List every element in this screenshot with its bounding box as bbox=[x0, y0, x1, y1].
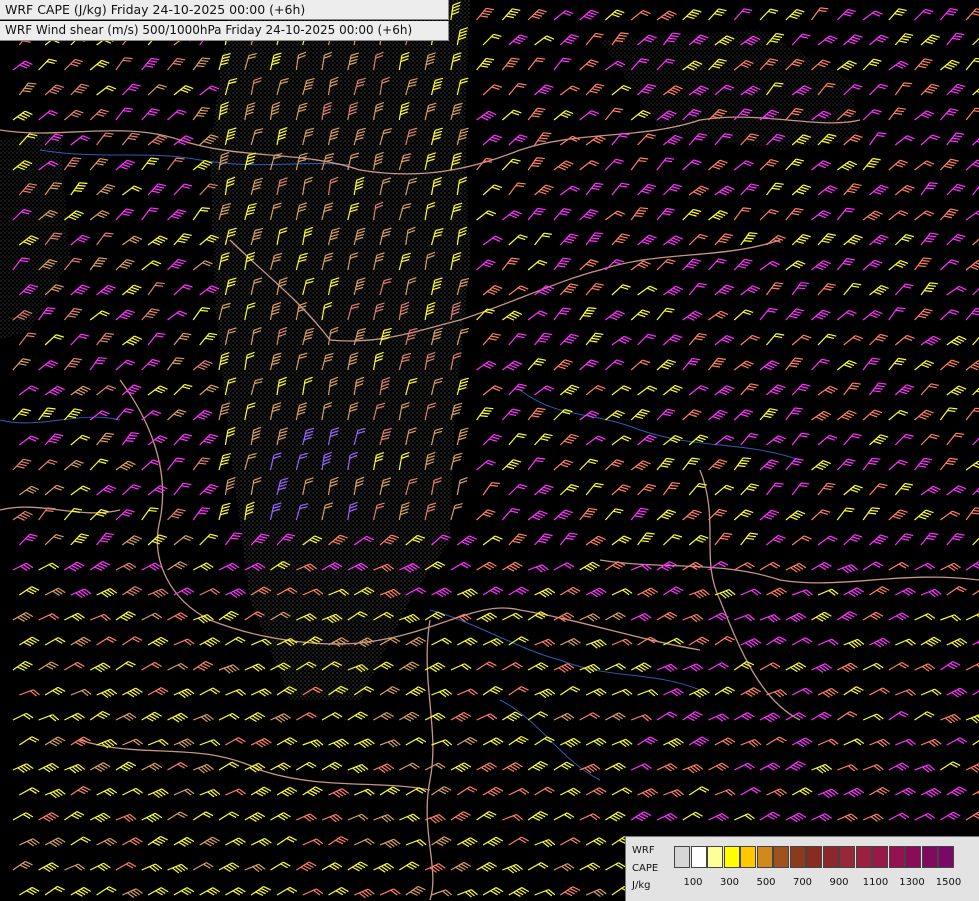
legend-swatch bbox=[938, 846, 954, 868]
legend-swatch bbox=[872, 846, 888, 868]
legend-variable-label: CAPE bbox=[632, 863, 659, 874]
legend-tick-label: 1100 bbox=[862, 877, 889, 888]
legend-swatch bbox=[789, 846, 806, 868]
legend-swatch bbox=[773, 846, 789, 868]
legend-tick-label: 500 bbox=[756, 877, 776, 888]
map-title-cape: WRF CAPE (J/kg) Friday 24-10-2025 00:00 … bbox=[0, 0, 449, 20]
legend-unit-label: J/kg bbox=[632, 880, 651, 891]
legend-swatch bbox=[921, 846, 938, 868]
legend-swatch bbox=[905, 846, 921, 868]
legend-swatch bbox=[839, 846, 855, 868]
legend-swatch bbox=[888, 846, 905, 868]
map-title-wind-shear: WRF Wind shear (m/s) 500/1000hPa Friday … bbox=[0, 21, 449, 41]
legend-swatch bbox=[723, 846, 740, 868]
legend-tick-label: 900 bbox=[829, 877, 849, 888]
legend-swatch bbox=[674, 846, 690, 868]
map-canvas bbox=[0, 0, 979, 900]
legend-tick-label: 700 bbox=[792, 877, 813, 888]
legend-swatch bbox=[707, 846, 723, 868]
legend-model-label: WRF bbox=[632, 845, 655, 856]
legend-tick-label: 1500 bbox=[935, 877, 962, 888]
legend-tick-label: 100 bbox=[683, 877, 703, 888]
legend-swatch bbox=[740, 846, 756, 868]
legend-tick-label: 1300 bbox=[899, 877, 925, 888]
legend-swatch bbox=[756, 846, 773, 868]
legend-swatch bbox=[855, 846, 872, 868]
legend-swatch bbox=[806, 846, 822, 868]
legend-swatch bbox=[822, 846, 839, 868]
cape-legend: WRF CAPE J/kg 100 300 500 700 900 1100 1300 150… bbox=[625, 836, 979, 901]
legend-swatch bbox=[690, 846, 707, 868]
legend-tick-label: 300 bbox=[719, 877, 740, 888]
